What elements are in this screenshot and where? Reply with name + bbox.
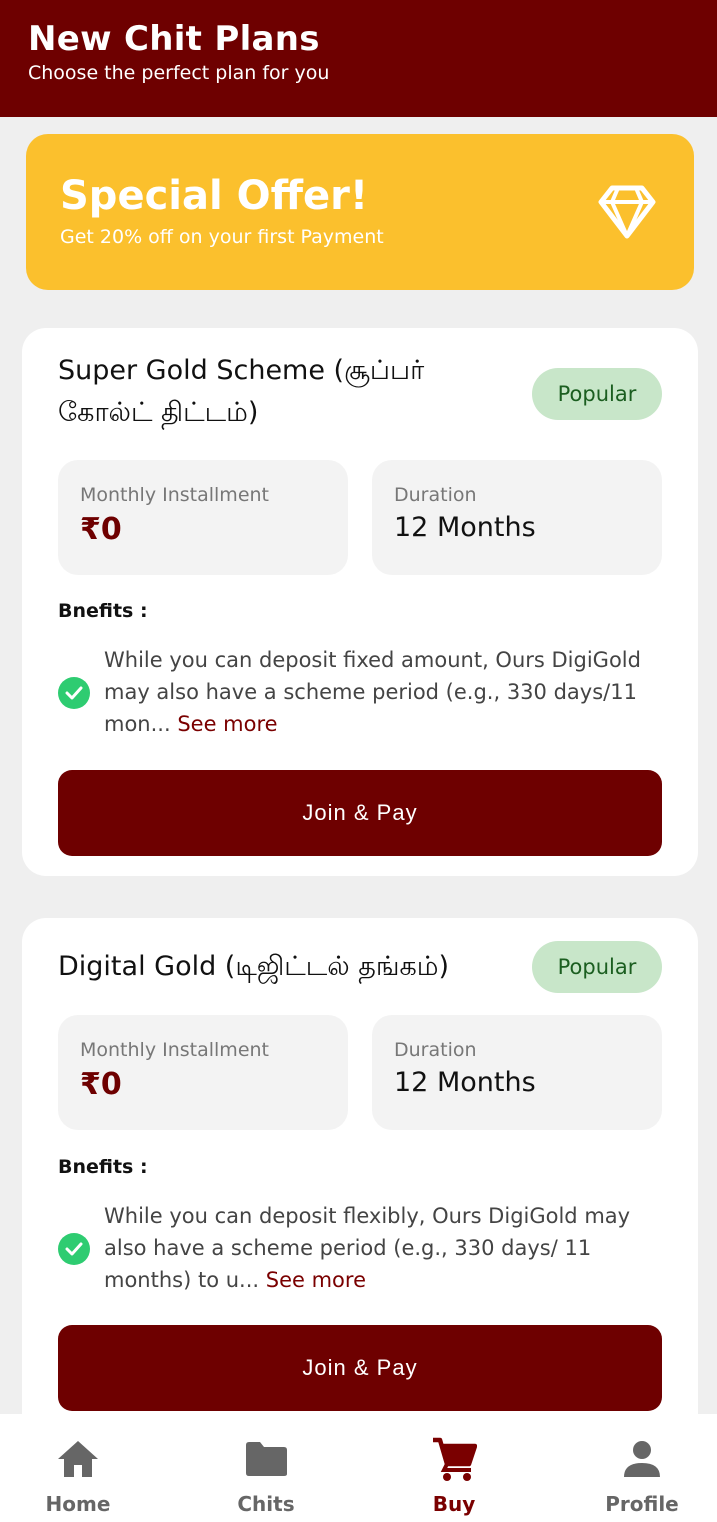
benefit-item: While you can deposit fixed amount, Ours… [58,644,658,744]
check-icon [58,677,90,709]
installment-label: Monthly Installment [80,1039,269,1061]
nav-item-profile[interactable]: Profile [572,1436,712,1516]
nav-item-buy[interactable]: Buy [384,1436,524,1516]
popular-badge: Popular [532,941,662,993]
duration-box: Duration 12 Months [372,1015,662,1130]
duration-value: 12 Months [394,512,536,543]
nav-label-buy: Buy [432,1492,476,1516]
duration-value: 12 Months [394,1067,536,1098]
bottom-nav: Home Chits Buy Profile [0,1414,717,1522]
installment-box: Monthly Installment ₹0 [58,1015,348,1130]
person-icon [572,1436,712,1482]
nav-label-profile: Profile [605,1492,679,1516]
installment-label: Monthly Installment [80,484,269,506]
page-subtitle: Choose the perfect plan for you [28,62,330,84]
offer-title: Special Offer! [60,173,369,219]
diamond-icon [598,185,656,239]
plan-name: Digital Gold (டிஜிட்டல் தங்கம்) [58,951,450,982]
cart-icon [384,1436,524,1482]
benefit-text: While you can deposit flexibly, Ours Dig… [104,1204,631,1292]
check-icon [58,1233,90,1265]
installment-value: ₹0 [80,1067,122,1102]
join-pay-button[interactable]: Join & Pay [58,1325,662,1411]
app-header: New Chit Plans Choose the perfect plan f… [0,0,717,117]
installment-value: ₹0 [80,512,122,547]
see-more-link[interactable]: See more [266,1268,366,1292]
benefits-label: Bnefits : [58,600,148,622]
page-title: New Chit Plans [28,19,320,59]
popular-badge: Popular [532,368,662,420]
folder-icon [196,1436,336,1482]
nav-item-home[interactable]: Home [8,1436,148,1516]
duration-label: Duration [394,484,477,506]
plan-card: Super Gold Scheme (சூப்பர் கோல்ட் திட்டம… [22,328,698,876]
nav-item-chits[interactable]: Chits [196,1436,336,1516]
offer-subtitle: Get 20% off on your first Payment [60,226,384,248]
join-pay-button[interactable]: Join & Pay [58,770,662,856]
installment-box: Monthly Installment ₹0 [58,460,348,575]
see-more-link[interactable]: See more [177,712,277,736]
duration-label: Duration [394,1039,477,1061]
benefit-item: While you can deposit flexibly, Ours Dig… [58,1200,658,1300]
nav-label-chits: Chits [237,1492,295,1516]
nav-label-home: Home [45,1492,111,1516]
duration-box: Duration 12 Months [372,460,662,575]
plan-name: Super Gold Scheme (சூப்பர் கோல்ட் திட்டம… [58,355,425,428]
plan-card: Digital Gold (டிஜிட்டல் தங்கம்) Popular … [22,918,698,1438]
special-offer-banner[interactable]: Special Offer! Get 20% off on your first… [26,134,694,290]
home-icon [8,1436,148,1482]
benefits-label: Bnefits : [58,1156,148,1178]
